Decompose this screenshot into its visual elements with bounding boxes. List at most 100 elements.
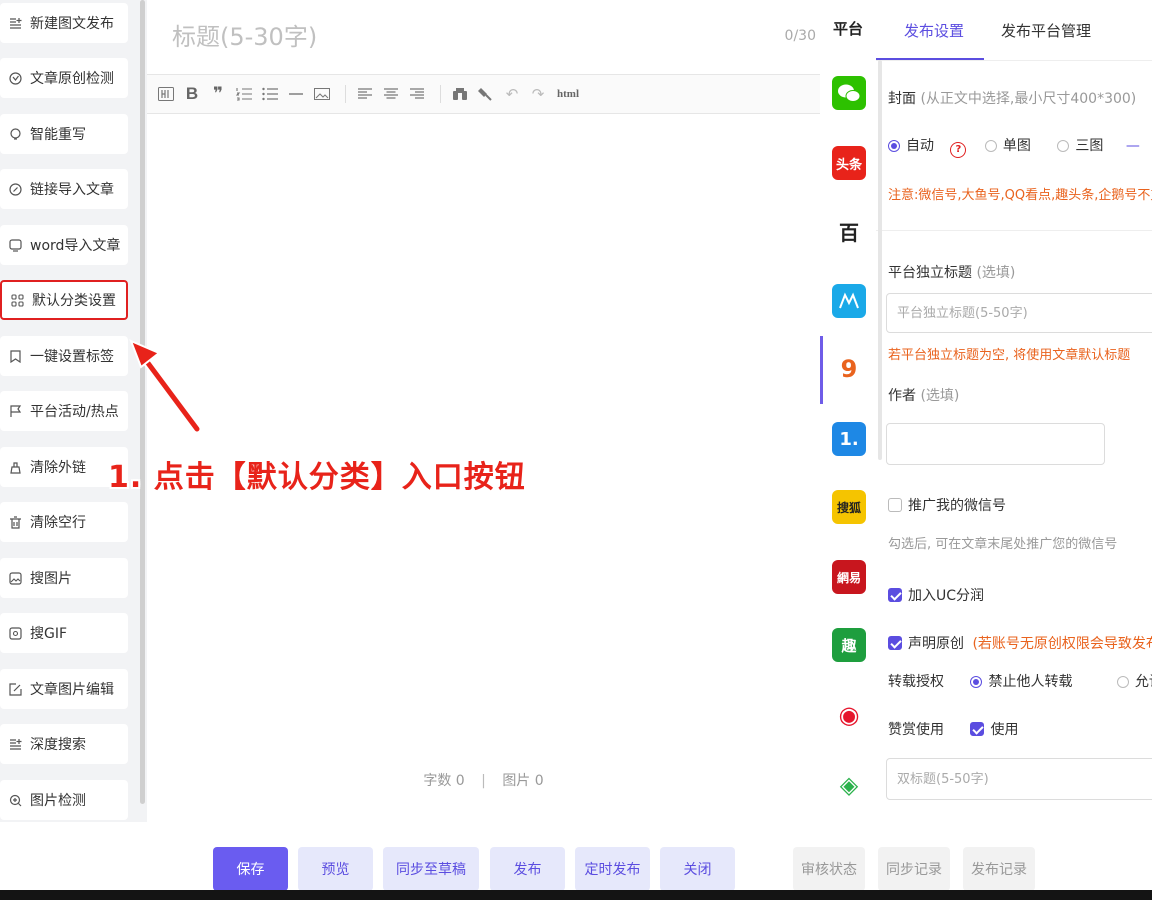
radio-icon bbox=[984, 140, 997, 152]
platform-title-input[interactable] bbox=[886, 293, 1152, 333]
tag-icon bbox=[8, 349, 22, 363]
sidebar-item-label: 链接导入文章 bbox=[30, 182, 114, 198]
cover-options: 自动 ? 单图 三图 — bbox=[888, 135, 1140, 158]
dayu-platform-icon[interactable] bbox=[832, 284, 866, 318]
review-status-button[interactable]: 审核状态 bbox=[793, 847, 865, 891]
platform-activity-button[interactable]: 平台活动/热点 bbox=[0, 391, 128, 431]
html-source-button[interactable]: html bbox=[553, 83, 583, 105]
align-center-icon[interactable] bbox=[380, 83, 402, 105]
netease-platform-icon[interactable]: 網易 bbox=[832, 560, 866, 594]
qutoutiao-platform-icon[interactable]: 趣 bbox=[832, 628, 866, 662]
image-edit-button[interactable]: 文章图片编辑 bbox=[0, 669, 128, 709]
sync-draft-button[interactable]: 同步至草稿 bbox=[383, 847, 479, 891]
add-document-icon bbox=[8, 16, 22, 30]
repost-forbid-option[interactable]: 禁止他人转载 bbox=[970, 674, 1072, 690]
close-button[interactable]: 关闭 bbox=[660, 847, 735, 891]
save-button[interactable]: 保存 bbox=[213, 847, 288, 891]
panel-scrollbar[interactable] bbox=[878, 60, 882, 460]
repost-allow-option[interactable]: 允许 bbox=[1116, 674, 1152, 690]
repost-section: 转载授权 禁止他人转载 允许 bbox=[888, 671, 1152, 691]
tab-publish-settings[interactable]: 发布设置 bbox=[904, 20, 964, 41]
sidebar-item-label: 平台活动/热点 bbox=[30, 404, 119, 420]
yidian-platform-icon[interactable]: 1. bbox=[832, 422, 866, 456]
heading-icon[interactable] bbox=[155, 83, 177, 105]
cover-label: 封面 bbox=[888, 91, 916, 107]
annotation-instruction: 1. 点击【默认分类】入口按钮 bbox=[108, 460, 526, 495]
clear-empty-lines-button[interactable]: 清除空行 bbox=[0, 502, 128, 542]
category-grid-icon bbox=[10, 293, 24, 307]
sync-records-button[interactable]: 同步记录 bbox=[878, 847, 950, 891]
sohu-glyph: 搜狐 bbox=[836, 500, 861, 515]
format-brush-icon[interactable] bbox=[475, 83, 497, 105]
original-check-icon bbox=[8, 71, 22, 85]
sidebar-item-label: 深度搜索 bbox=[30, 737, 86, 753]
help-icon[interactable]: ? bbox=[950, 141, 967, 158]
section-divider bbox=[876, 230, 1152, 231]
align-right-icon[interactable] bbox=[406, 83, 428, 105]
sohu-platform-icon[interactable]: 搜狐 bbox=[832, 490, 866, 524]
wechat-platform-icon[interactable] bbox=[832, 76, 866, 110]
qiehao-glyph: ◈ bbox=[839, 771, 859, 799]
declare-original-checkbox[interactable]: 声明原创 (若账号无原创权限会导致发布失 bbox=[888, 633, 1152, 653]
unordered-list-icon[interactable] bbox=[259, 83, 281, 105]
scheduled-publish-button[interactable]: 定时发布 bbox=[575, 847, 650, 891]
search-images-button[interactable]: 搜图片 bbox=[0, 558, 128, 598]
sidebar-item-label: 清除外链 bbox=[30, 460, 86, 476]
search-gif-button[interactable]: 搜GIF bbox=[0, 613, 128, 653]
radio-icon bbox=[1116, 676, 1129, 688]
sidebar-item-label: 搜图片 bbox=[30, 571, 72, 587]
undo-icon[interactable]: ↶ bbox=[501, 83, 523, 105]
author-input[interactable] bbox=[886, 423, 1105, 465]
image-check-button[interactable]: 图片检测 bbox=[0, 780, 128, 820]
qq-kandian-platform-icon[interactable]: 9 bbox=[832, 352, 866, 386]
reward-use-checkbox[interactable]: 使用 bbox=[970, 722, 1018, 738]
cover-hint: (从正文中选择,最小尺寸400*300) bbox=[920, 91, 1137, 107]
declare-original-warning: (若账号无原创权限会导致发布失 bbox=[972, 636, 1152, 652]
title-input[interactable] bbox=[147, 0, 820, 74]
ordered-list-icon[interactable] bbox=[233, 83, 255, 105]
word-import-button[interactable]: word导入文章 bbox=[0, 225, 128, 265]
deep-search-button[interactable]: 深度搜索 bbox=[0, 724, 128, 764]
smart-rewrite-button[interactable]: 智能重写 bbox=[0, 114, 128, 154]
publish-records-button[interactable]: 发布记录 bbox=[963, 847, 1035, 891]
double-title-input[interactable] bbox=[886, 758, 1152, 800]
weibo-platform-icon[interactable]: ◉ bbox=[832, 698, 866, 732]
horizontal-rule-icon[interactable] bbox=[285, 83, 307, 105]
uc-share-checkbox[interactable]: 加入UC分润 bbox=[888, 585, 984, 605]
editor-toolbar: B ❞ ↶ ↷ html bbox=[147, 74, 820, 114]
original-check-button[interactable]: 文章原创检测 bbox=[0, 58, 128, 98]
redo-icon[interactable]: ↷ bbox=[527, 83, 549, 105]
cover-option-auto[interactable]: 自动 bbox=[888, 138, 934, 154]
toolbar-divider bbox=[440, 85, 441, 103]
flag-icon bbox=[8, 404, 22, 418]
link-import-button[interactable]: 链接导入文章 bbox=[0, 169, 128, 209]
default-category-button[interactable]: 默认分类设置 bbox=[0, 280, 128, 320]
set-tags-button[interactable]: 一键设置标签 bbox=[0, 336, 128, 376]
quote-icon[interactable]: ❞ bbox=[207, 83, 229, 105]
cover-option-single[interactable]: 单图 bbox=[984, 138, 1031, 154]
baijiahao-platform-icon[interactable]: 百 bbox=[832, 214, 866, 248]
find-icon[interactable] bbox=[449, 83, 471, 105]
preview-button[interactable]: 预览 bbox=[298, 847, 373, 891]
qiehao-platform-icon[interactable]: ◈ bbox=[832, 768, 866, 802]
publish-button[interactable]: 发布 bbox=[490, 847, 565, 891]
cover-option-three[interactable]: 三图 bbox=[1057, 138, 1103, 154]
article-editor: 0/30 B ❞ bbox=[147, 0, 820, 822]
qq-kandian-glyph: 9 bbox=[840, 355, 858, 383]
tab-platform-management[interactable]: 发布平台管理 bbox=[1001, 20, 1091, 41]
toutiao-platform-icon[interactable]: 头条 bbox=[832, 146, 866, 180]
image-count: 图片 0 bbox=[502, 773, 544, 789]
new-post-button[interactable]: 新建图文发布 bbox=[0, 3, 128, 43]
reward-use-label: 使用 bbox=[990, 722, 1019, 738]
bold-icon[interactable]: B bbox=[181, 83, 203, 105]
radio-icon bbox=[1057, 140, 1070, 152]
editor-stats: 字数 0 | 图片 0 bbox=[147, 770, 820, 790]
radio-selected-icon bbox=[888, 140, 900, 152]
insert-image-icon[interactable] bbox=[311, 83, 333, 105]
checkbox-checked-icon bbox=[888, 636, 902, 650]
active-tab-underline bbox=[876, 58, 984, 60]
promote-wechat-checkbox[interactable]: 推广我的微信号 bbox=[888, 495, 1006, 515]
more-options-dash: — bbox=[1125, 138, 1140, 154]
promote-wechat-label: 推广我的微信号 bbox=[908, 498, 1006, 514]
align-left-icon[interactable] bbox=[354, 83, 376, 105]
